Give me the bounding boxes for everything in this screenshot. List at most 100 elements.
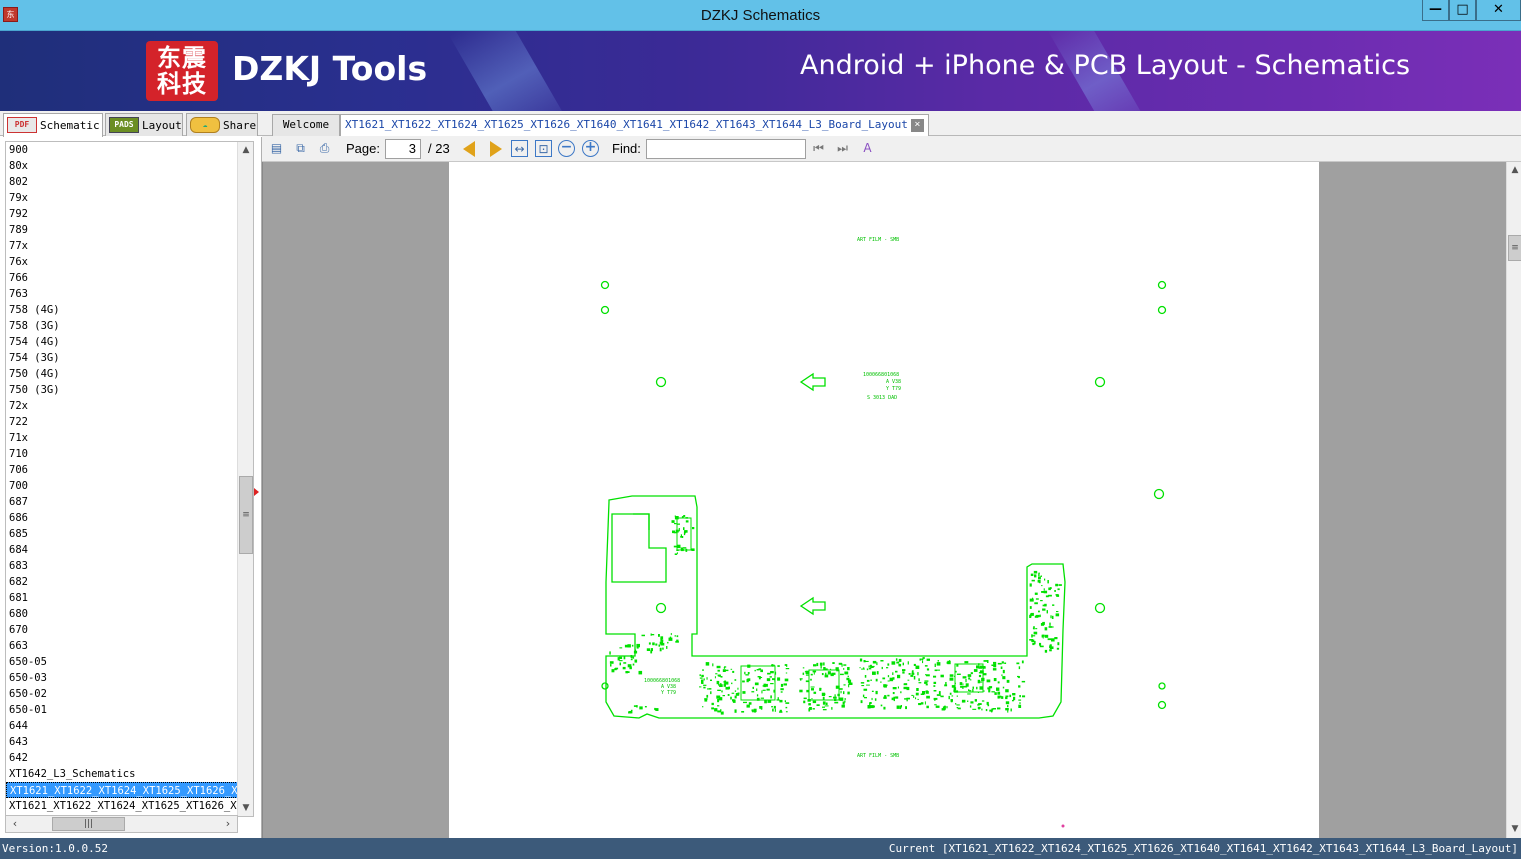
viewer-scroll-down-icon[interactable]: ▼ <box>1508 822 1521 836</box>
tab-board-layout[interactable]: XT1621_XT1622_XT1624_XT1625_XT1626_XT164… <box>340 114 929 137</box>
component-pad <box>820 665 822 669</box>
list-item[interactable]: 650-01 <box>6 702 238 718</box>
list-item[interactable]: 687 <box>6 494 238 510</box>
list-item[interactable]: 79x <box>6 190 238 206</box>
list-item[interactable]: 758 (4G) <box>6 302 238 318</box>
list-item[interactable]: 80x <box>6 158 238 174</box>
list-vertical-scrollbar[interactable]: ▲ ≡ ▼ <box>237 142 253 816</box>
list-item[interactable]: 670 <box>6 622 238 638</box>
component-pad <box>905 706 907 710</box>
list-item[interactable]: 681 <box>6 590 238 606</box>
zoom-out-icon[interactable]: − <box>558 140 575 157</box>
list-item[interactable]: 650-03 <box>6 670 238 686</box>
list-item[interactable]: 700 <box>6 478 238 494</box>
component-pad <box>934 699 936 701</box>
component-pad <box>816 662 819 667</box>
splitter-arrow-icon[interactable] <box>254 488 259 496</box>
component-pad <box>938 691 941 695</box>
component-pad <box>720 709 722 712</box>
component-pad <box>917 672 919 676</box>
list-item[interactable]: 643 <box>6 734 238 750</box>
list-item[interactable]: 683 <box>6 558 238 574</box>
copy-page-icon[interactable]: ⧉ <box>292 140 309 157</box>
component-pad <box>816 704 820 706</box>
zoom-in-icon[interactable]: + <box>582 140 599 157</box>
list-item[interactable]: 754 (4G) <box>6 334 238 350</box>
component-pad <box>1040 600 1043 602</box>
find-next-icon[interactable]: ⏭ <box>834 140 851 157</box>
h-scroll-thumb[interactable]: ||| <box>52 817 125 831</box>
match-case-icon[interactable]: A <box>859 140 876 157</box>
list-item[interactable]: 706 <box>6 462 238 478</box>
list-item[interactable]: XT1621_XT1622_XT1624_XT1625_XT1626_XT164… <box>6 782 238 798</box>
list-item[interactable]: 754 (3G) <box>6 350 238 366</box>
list-item[interactable]: 76x <box>6 254 238 270</box>
print-icon[interactable]: ⎙ <box>316 140 333 157</box>
open-file-icon[interactable]: ▤ <box>268 140 285 157</box>
list-item[interactable]: 650-05 <box>6 654 238 670</box>
close-button[interactable]: ✕ <box>1476 0 1521 21</box>
component-pad <box>1002 669 1005 674</box>
scroll-right-icon[interactable]: › <box>219 816 237 832</box>
component-pad <box>981 708 983 711</box>
list-item[interactable]: 900 <box>6 142 238 158</box>
list-item[interactable]: 802 <box>6 174 238 190</box>
component-pad <box>742 680 745 683</box>
component-pad <box>986 679 991 683</box>
tab-share[interactable]: ☁ Share <box>186 113 258 136</box>
list-item[interactable]: 763 <box>6 286 238 302</box>
layout-page[interactable]: ART FILM - SMB ART FILM - SMB 1000668010… <box>449 162 1319 838</box>
close-tab-icon[interactable]: × <box>910 118 924 132</box>
viewer-scroll-thumb[interactable]: ≡ <box>1508 235 1521 261</box>
list-item[interactable]: 71x <box>6 430 238 446</box>
list-horizontal-scrollbar[interactable]: ‹ ||| › <box>5 815 238 833</box>
list-item[interactable]: 710 <box>6 446 238 462</box>
component-pad <box>892 677 895 680</box>
list-item[interactable]: 663 <box>6 638 238 654</box>
list-item[interactable]: 650-02 <box>6 686 238 702</box>
viewer-scroll-up-icon[interactable]: ▲ <box>1508 163 1521 177</box>
list-item[interactable]: 750 (4G) <box>6 366 238 382</box>
list-item[interactable]: 750 (3G) <box>6 382 238 398</box>
component-pad <box>949 677 954 681</box>
list-item[interactable]: 680 <box>6 606 238 622</box>
list-item[interactable]: XT1621_XT1622_XT1624_XT1625_XT1626_XT164… <box>6 798 238 814</box>
viewer-vertical-scrollbar[interactable]: ▲ ≡ ▼ <box>1506 162 1521 838</box>
list-item[interactable]: 792 <box>6 206 238 222</box>
page-number-input[interactable]: 3 <box>385 139 421 159</box>
list-item[interactable]: 789 <box>6 222 238 238</box>
component-pad <box>757 676 760 678</box>
find-input[interactable] <box>646 139 806 159</box>
list-item[interactable]: 642 <box>6 750 238 766</box>
next-page-icon[interactable] <box>490 141 502 157</box>
component-pad <box>714 676 716 679</box>
minimize-button[interactable]: — <box>1422 0 1449 21</box>
list-item[interactable]: 682 <box>6 574 238 590</box>
list-item[interactable]: 77x <box>6 238 238 254</box>
find-previous-icon[interactable]: ⏮ <box>810 140 827 157</box>
scroll-thumb[interactable]: ≡ <box>239 476 253 554</box>
list-item[interactable]: 766 <box>6 270 238 286</box>
scroll-up-icon[interactable]: ▲ <box>239 142 253 158</box>
list-item[interactable]: 72x <box>6 398 238 414</box>
list-item[interactable]: 686 <box>6 510 238 526</box>
scroll-left-icon[interactable]: ‹ <box>6 816 24 832</box>
document-viewer[interactable]: ART FILM - SMB ART FILM - SMB 1000668010… <box>262 162 1521 838</box>
list-item[interactable]: 684 <box>6 542 238 558</box>
tab-layout[interactable]: PADS Layout <box>105 113 183 136</box>
list-item[interactable]: 758 (3G) <box>6 318 238 334</box>
maximize-button[interactable]: □ <box>1449 0 1476 21</box>
list-item[interactable]: XT1642_L3_Schematics <box>6 766 238 782</box>
fit-page-icon[interactable]: ⊡ <box>535 140 552 157</box>
fit-width-icon[interactable]: ↔ <box>511 140 528 157</box>
component-pad <box>934 704 937 706</box>
list-item[interactable]: 685 <box>6 526 238 542</box>
model-list[interactable]: 900 80x 802 79x 792 789 77x 76x 766 763 758 (4G) 75… <box>5 141 254 817</box>
previous-page-icon[interactable] <box>463 141 475 157</box>
tab-welcome[interactable]: Welcome <box>272 114 340 136</box>
component-pad <box>1047 638 1052 641</box>
scroll-down-icon[interactable]: ▼ <box>239 800 253 816</box>
list-item[interactable]: 722 <box>6 414 238 430</box>
tab-schematic[interactable]: PDF Schematic <box>3 113 103 137</box>
list-item[interactable]: 644 <box>6 718 238 734</box>
